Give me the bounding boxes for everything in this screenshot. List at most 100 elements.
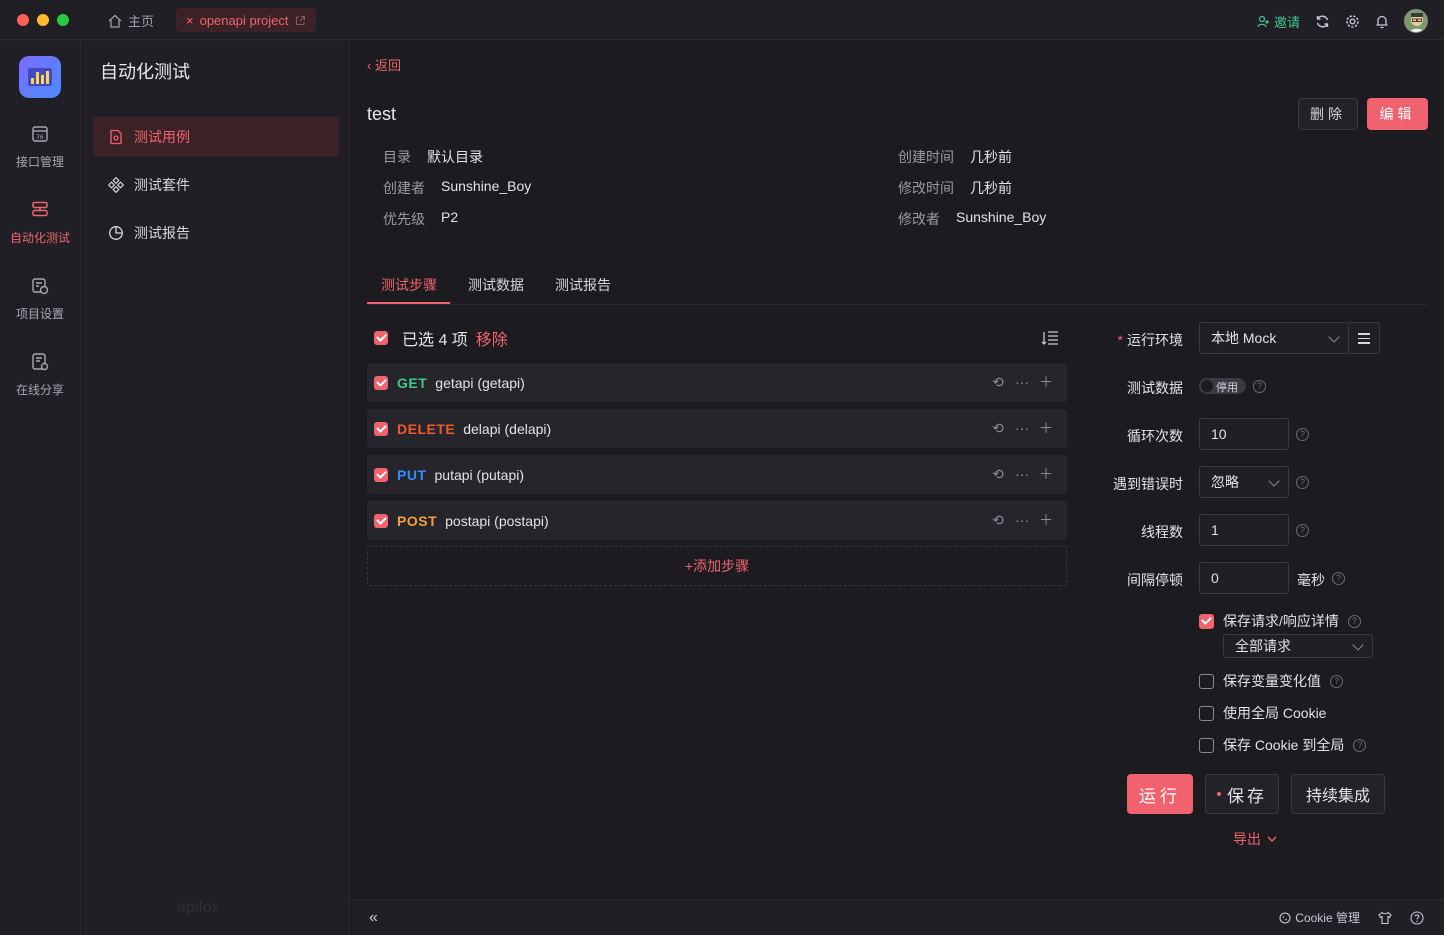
rail-item-api[interactable]: 76 接口管理: [0, 124, 80, 170]
delete-button[interactable]: 删除: [1298, 98, 1358, 130]
subnav-item-test-cases[interactable]: 测试用例: [93, 117, 339, 157]
test-data-label: 测试数据: [1127, 380, 1183, 396]
maximize-window-button[interactable]: [57, 14, 69, 26]
api-icon: 76: [32, 126, 48, 142]
step-checkbox[interactable]: [374, 513, 388, 528]
step-row[interactable]: POST postapi (postapi) ⟲ ··· ＋: [367, 501, 1067, 540]
add-icon[interactable]: ＋: [1039, 512, 1053, 528]
close-window-button[interactable]: [17, 14, 29, 26]
save-vars-checkbox[interactable]: [1199, 673, 1214, 689]
add-icon[interactable]: ＋: [1039, 374, 1053, 390]
gear-icon[interactable]: [1344, 13, 1360, 29]
avatar[interactable]: [1404, 9, 1428, 33]
step-name: postapi (postapi): [445, 512, 549, 529]
subnav-item-test-reports[interactable]: 测试报告: [93, 213, 339, 253]
environment-select[interactable]: 本地 Mock: [1199, 322, 1349, 354]
link-icon[interactable]: ⟲: [991, 420, 1005, 436]
watermark: apifox: [177, 899, 220, 916]
save-cookie-option[interactable]: 保存 Cookie 到全局 ?: [1199, 735, 1367, 755]
add-icon[interactable]: ＋: [1039, 466, 1053, 482]
home-tab-label: 主页: [128, 14, 155, 29]
step-row[interactable]: GET getapi (getapi) ⟲ ··· ＋: [367, 363, 1067, 402]
status-bar: « Cookie 管理: [351, 899, 1444, 935]
subnav-item-test-suites[interactable]: 测试套件: [93, 165, 339, 205]
link-icon[interactable]: ⟲: [991, 466, 1005, 482]
help-icon[interactable]: ?: [1296, 428, 1309, 441]
sync-icon[interactable]: [1314, 13, 1330, 29]
rail-item-automation[interactable]: 自动化测试: [0, 200, 80, 246]
shirt-icon[interactable]: [1378, 911, 1392, 925]
minimize-window-button[interactable]: [37, 14, 49, 26]
env-label-text: 运行环境: [1127, 332, 1183, 348]
edit-button[interactable]: 编辑: [1367, 98, 1428, 130]
tab-test-data[interactable]: 测试数据: [468, 275, 524, 295]
collapse-sidebar-icon[interactable]: «: [369, 909, 378, 927]
step-checkbox[interactable]: [374, 467, 388, 482]
help-icon[interactable]: ?: [1353, 738, 1367, 752]
use-global-cookie-option[interactable]: 使用全局 Cookie: [1199, 703, 1326, 723]
home-tab[interactable]: 主页: [108, 11, 154, 30]
save-button[interactable]: 保存: [1205, 774, 1279, 814]
invite-label: 邀请: [1273, 14, 1300, 30]
subnav-item-label: 测试套件: [134, 177, 190, 193]
help-icon[interactable]: ?: [1253, 380, 1266, 393]
external-link-icon[interactable]: [295, 15, 306, 26]
close-tab-icon[interactable]: ×: [186, 13, 194, 28]
use-global-cookie-checkbox[interactable]: [1199, 705, 1214, 721]
rail-item-share[interactable]: 在线分享: [0, 352, 80, 398]
environment-menu-button[interactable]: [1348, 322, 1380, 354]
step-row[interactable]: PUT putapi (putapi) ⟲ ··· ＋: [367, 455, 1067, 494]
meta-value: 几秒前: [970, 180, 1012, 196]
help-icon[interactable]: ?: [1332, 572, 1345, 585]
invite-button[interactable]: 邀请: [1257, 12, 1300, 31]
meta-directory: 目录 默认目录: [383, 147, 483, 167]
more-icon[interactable]: ···: [1015, 466, 1029, 482]
more-icon[interactable]: ···: [1015, 374, 1029, 390]
help-icon[interactable]: ?: [1296, 524, 1309, 537]
save-cookie-checkbox[interactable]: [1199, 737, 1214, 753]
tab-test-report[interactable]: 测试报告: [555, 275, 611, 295]
more-icon[interactable]: ···: [1015, 512, 1029, 528]
on-error-select[interactable]: 忽略: [1199, 466, 1289, 498]
run-button[interactable]: 运行: [1127, 774, 1193, 814]
toggle-knob: [1201, 380, 1213, 392]
add-icon[interactable]: ＋: [1039, 420, 1053, 436]
link-icon[interactable]: ⟲: [991, 374, 1005, 390]
save-detail-scope-select[interactable]: 全部请求: [1223, 634, 1373, 658]
link-icon[interactable]: ⟲: [991, 512, 1005, 528]
use-global-cookie-label: 使用全局 Cookie: [1223, 705, 1327, 721]
delay-input[interactable]: 0: [1199, 562, 1289, 594]
help-icon[interactable]: ?: [1296, 476, 1309, 489]
threads-input[interactable]: 1: [1199, 514, 1289, 546]
more-icon[interactable]: ···: [1015, 420, 1029, 436]
project-tab[interactable]: × openapi project: [176, 8, 316, 32]
step-checkbox[interactable]: [374, 421, 388, 436]
rail-item-label: 接口管理: [15, 155, 64, 169]
help-icon[interactable]: ?: [1347, 614, 1361, 628]
save-detail-label: 保存请求/响应详情: [1223, 613, 1339, 629]
back-link[interactable]: ‹ 返回: [367, 55, 401, 74]
add-step-button[interactable]: +添加步骤: [367, 546, 1067, 586]
rail-item-project-settings[interactable]: 项目设置: [0, 276, 80, 322]
meta-key: 创建时间: [898, 149, 954, 165]
test-data-toggle[interactable]: 停用: [1199, 378, 1246, 394]
export-button[interactable]: 导出: [1233, 829, 1277, 849]
save-vars-option[interactable]: 保存变量变化值 ?: [1199, 671, 1343, 691]
save-detail-option[interactable]: 保存请求/响应详情 ?: [1199, 611, 1361, 631]
tab-active-indicator: [367, 302, 450, 304]
save-detail-checkbox[interactable]: [1199, 613, 1214, 629]
ci-button[interactable]: 持续集成: [1291, 774, 1385, 814]
step-checkbox[interactable]: [374, 375, 388, 390]
step-row[interactable]: DELETE delapi (delapi) ⟲ ··· ＋: [367, 409, 1067, 448]
bell-icon[interactable]: [1374, 13, 1390, 29]
tab-bar: 测试步骤 测试数据 测试报告: [367, 271, 1427, 305]
cookie-manager-button[interactable]: Cookie 管理: [1279, 909, 1360, 926]
help-icon[interactable]: ?: [1330, 674, 1343, 688]
select-all-checkbox[interactable]: [374, 331, 388, 345]
tab-test-steps[interactable]: 测试步骤: [381, 275, 437, 295]
save-label: 保存: [1227, 786, 1267, 806]
sort-list-icon[interactable]: [1041, 330, 1059, 346]
loop-count-input[interactable]: 10: [1199, 418, 1289, 450]
remove-selected-button[interactable]: 移除: [476, 326, 508, 350]
help-circle-icon[interactable]: [1410, 910, 1424, 925]
